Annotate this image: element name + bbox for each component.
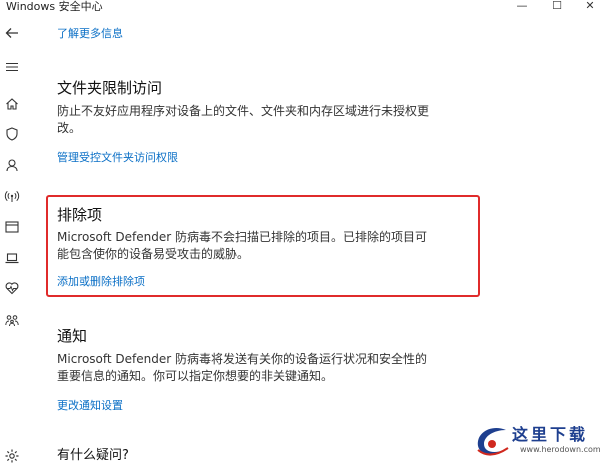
- folder-access-title: 文件夹限制访问: [57, 79, 163, 97]
- add-remove-exclusions-link[interactable]: 添加或删除排除项: [57, 275, 145, 289]
- shield-icon[interactable]: [4, 126, 20, 142]
- folder-access-description: 防止不友好应用程序对设备上的文件、文件夹和内存区域进行未授权更改。: [57, 104, 430, 135]
- watermark-url: www.herodown.com: [520, 445, 600, 454]
- exclusions-title: 排除项: [57, 206, 103, 224]
- gear-icon[interactable]: [4, 448, 20, 464]
- learn-more-link[interactable]: 了解更多信息: [57, 27, 123, 41]
- close-button[interactable]: ✕: [573, 0, 600, 14]
- manage-folder-access-link[interactable]: 管理受控文件夹访问权限: [57, 151, 178, 165]
- home-icon[interactable]: [4, 96, 20, 112]
- wifi-antenna-icon[interactable]: [4, 188, 20, 204]
- change-notification-settings-link[interactable]: 更改通知设置: [57, 399, 123, 413]
- maximize-button[interactable]: ☐: [540, 0, 574, 14]
- exclusions-description: Microsoft Defender 防病毒不会扫描已排除的项目。已排除的项目可…: [57, 230, 428, 261]
- app-browser-icon[interactable]: [4, 219, 20, 235]
- laptop-icon[interactable]: [4, 250, 20, 266]
- sidebar: [0, 16, 24, 464]
- questions-heading: 有什么疑问?: [57, 448, 129, 463]
- title-bar: Windows 安全中心 — ☐ ✕: [0, 0, 600, 16]
- heart-icon[interactable]: [4, 280, 20, 296]
- family-icon[interactable]: [4, 312, 20, 328]
- back-arrow-icon[interactable]: [4, 25, 20, 41]
- menu-icon[interactable]: [4, 59, 20, 75]
- notifications-description: Microsoft Defender 防病毒将发送有关你的设备运行状况和安全性的…: [57, 352, 428, 383]
- watermark: 这里下载 www.herodown.com: [470, 418, 600, 462]
- notifications-title: 通知: [57, 327, 88, 345]
- watermark-text: 这里下载: [512, 425, 589, 444]
- watermark-logo-icon: [477, 427, 509, 456]
- account-icon[interactable]: [4, 157, 20, 173]
- window-title: Windows 安全中心: [6, 0, 103, 13]
- minimize-button[interactable]: —: [505, 0, 539, 14]
